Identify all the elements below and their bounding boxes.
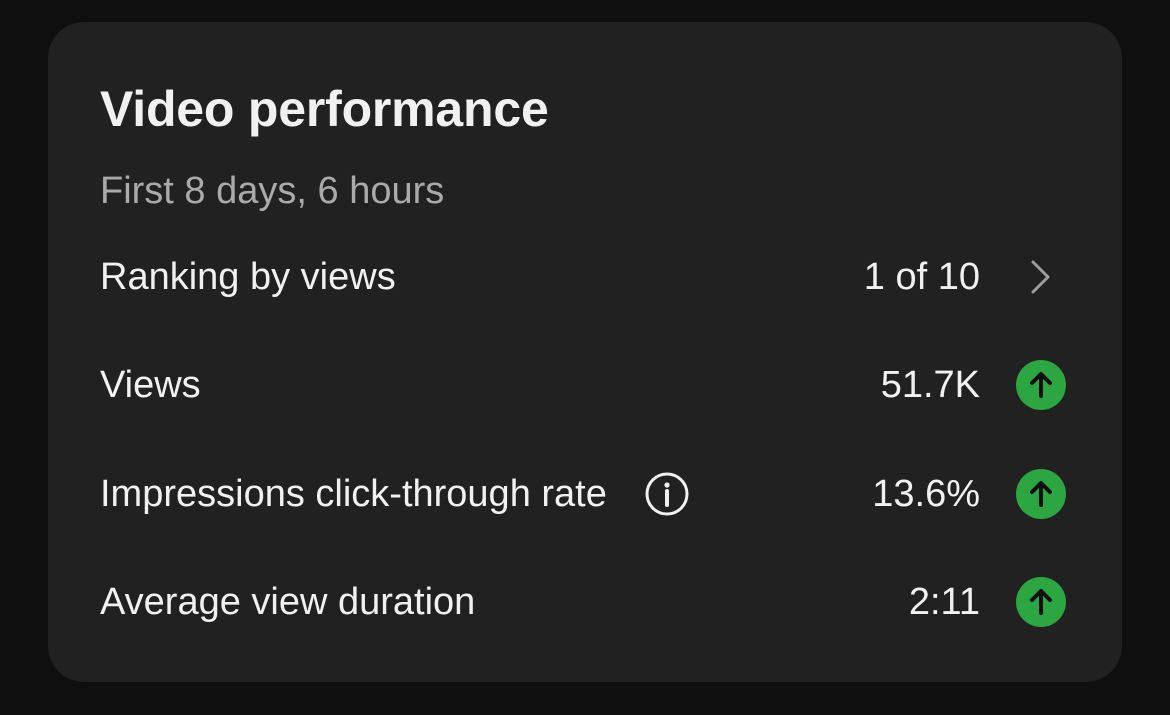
metric-value: 51.7K <box>880 363 980 406</box>
metric-value: 2:11 <box>908 580 980 623</box>
metric-row-ranking[interactable]: Ranking by views 1 of 10 <box>100 242 1066 312</box>
metric-label: Average view duration <box>100 580 476 623</box>
metric-row-avg-duration: Average view duration 2:11 <box>100 567 1066 637</box>
card-title: Video performance <box>100 81 549 137</box>
trend-indicator <box>1016 360 1066 410</box>
trend-indicator <box>1016 577 1066 627</box>
card-subtitle: First 8 days, 6 hours <box>100 170 445 212</box>
arrow-up-icon <box>1016 469 1066 519</box>
info-icon[interactable] <box>645 472 689 516</box>
metric-label: Views <box>100 363 201 406</box>
chevron-right-icon[interactable] <box>1016 252 1066 302</box>
video-performance-card: Video performance First 8 days, 6 hours … <box>48 22 1122 682</box>
metric-row-ctr: Impressions click-through rate 13.6% <box>100 459 1066 529</box>
arrow-up-icon <box>1016 577 1066 627</box>
metric-row-views: Views 51.7K <box>100 350 1066 420</box>
arrow-up-icon <box>1016 360 1066 410</box>
metric-label: Impressions click-through rate <box>100 472 607 515</box>
metric-value: 1 of 10 <box>863 255 980 298</box>
trend-indicator <box>1016 469 1066 519</box>
metric-value: 13.6% <box>872 472 980 515</box>
metric-label: Ranking by views <box>100 255 396 298</box>
